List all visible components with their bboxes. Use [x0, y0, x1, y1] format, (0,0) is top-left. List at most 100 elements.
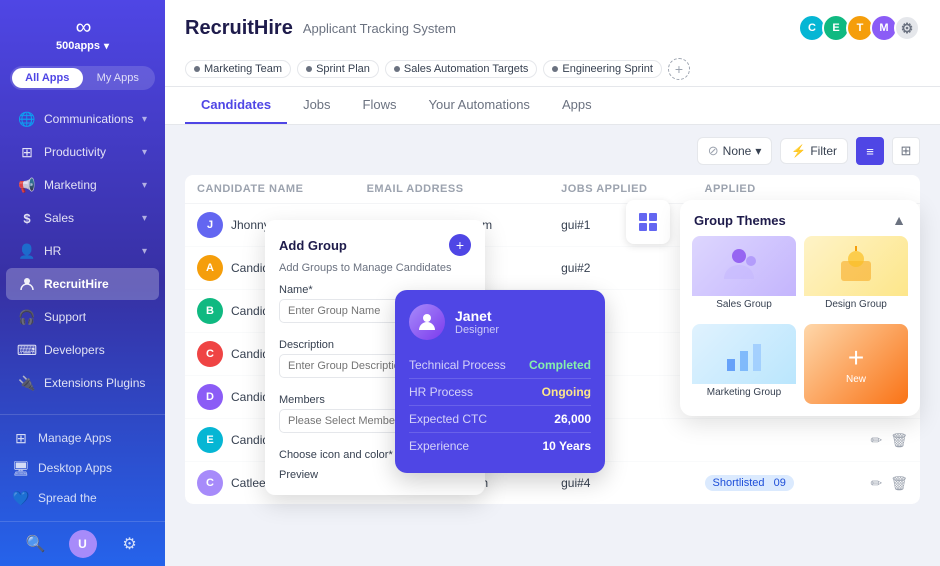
theme-new-content: + New [846, 324, 866, 404]
sidebar-item-desktop-apps[interactable]: 🖥 Desktop Apps [0, 453, 165, 483]
theme-label: Sales Group [692, 296, 796, 313]
sidebar: ∞ 500apps ▾ All Apps My Apps 🌐 Communica… [0, 0, 165, 566]
theme-card-marketing[interactable]: Marketing Group [692, 324, 796, 404]
tab-candidates[interactable]: Candidates [185, 87, 287, 124]
tag-label: Sales Automation Targets [404, 63, 529, 75]
filter-button[interactable]: ⚡ Filter [780, 138, 848, 164]
tag-marketing-team[interactable]: Marketing Team [185, 60, 291, 78]
table-controls: ⊘ None ▾ ⚡ Filter ≡ ⊞ [185, 137, 920, 165]
none-label: None [723, 144, 752, 158]
theme-sales-image [692, 236, 796, 296]
productivity-icon: ⊞ [18, 143, 36, 161]
sidebar-item-recruithire[interactable]: RecruitHire [6, 268, 159, 300]
grid-view-button[interactable]: ⊞ [892, 137, 920, 165]
profile-detail-ctc: Expected CTC 26,000 [409, 406, 591, 433]
sidebar-item-extensions[interactable]: 🔌 Extensions Plugins [6, 367, 159, 399]
themes-grid: Sales Group Design Group Marketing Group [680, 236, 920, 416]
sidebar-item-developers[interactable]: ⌨ Developers [6, 334, 159, 366]
theme-label: Design Group [804, 296, 908, 313]
edit-icon[interactable]: ✏ [870, 475, 882, 492]
candidate-applied [693, 419, 840, 462]
developers-icon: ⌨ [18, 341, 36, 359]
candidate-jobs: gui#1 [549, 204, 692, 247]
main-header: RecruitHire Applicant Tracking System C … [165, 0, 940, 87]
sidebar-nav: 🌐 Communications ▾ ⊞ Productivity ▾ 📢 Ma… [0, 98, 165, 414]
theme-marketing-image [692, 324, 796, 384]
sidebar-item-sales[interactable]: $ Sales ▾ [6, 202, 159, 234]
list-view-button[interactable]: ≡ [856, 137, 884, 165]
col-name: CANDIDATE NAME [185, 175, 355, 204]
theme-label: New [846, 374, 866, 385]
tag-dot [306, 66, 312, 72]
tab-all-apps[interactable]: All Apps [12, 68, 83, 88]
detail-value: 10 Years [543, 439, 592, 453]
extensions-icon: 🔌 [18, 374, 36, 392]
sidebar-item-manage-apps[interactable]: ⊞ Manage Apps [0, 423, 165, 453]
tab-flows[interactable]: Flows [347, 87, 413, 124]
theme-card-new[interactable]: + New [804, 324, 908, 404]
desktop-icon: 🖥 [12, 459, 30, 477]
status-badge: Shortlisted 09 [705, 475, 794, 491]
tag-sprint-plan[interactable]: Sprint Plan [297, 60, 379, 78]
header-title-area: RecruitHire Applicant Tracking System [185, 17, 456, 40]
sidebar-item-productivity[interactable]: ⊞ Productivity ▾ [6, 136, 159, 168]
candidate-name-label: Jhonny [231, 218, 270, 232]
hr-icon: 👤 [18, 242, 36, 260]
tag-label: Sprint Plan [316, 63, 370, 75]
add-tag-button[interactable]: + [668, 58, 690, 80]
theme-card-design[interactable]: Design Group [804, 236, 908, 316]
support-icon: 🎧 [18, 308, 36, 326]
sidebar-item-label: Support [44, 310, 147, 324]
logo-icon: ∞ [76, 14, 90, 40]
delete-icon[interactable]: 🗑 [890, 475, 908, 492]
recruithire-icon [18, 275, 36, 293]
tab-your-automations[interactable]: Your Automations [413, 87, 546, 124]
header-avatars: C E T M ⚙ [802, 14, 920, 42]
chevron-down-icon: ▾ [142, 180, 147, 191]
sidebar-item-label: Spread the [38, 491, 97, 505]
edit-icon[interactable]: ✏ [870, 432, 882, 449]
tag-dot [194, 66, 200, 72]
none-icon: ⊘ [708, 143, 719, 159]
sidebar-item-hr[interactable]: 👤 HR ▾ [6, 235, 159, 267]
delete-icon[interactable]: 🗑 [890, 432, 908, 449]
grid-icon: ⊞ [901, 143, 912, 159]
detail-value: Ongoing [542, 385, 591, 399]
sidebar-item-label: HR [44, 244, 142, 258]
profile-info: Janet Designer [455, 308, 499, 336]
dropdown-icon: ▾ [755, 144, 761, 158]
candidate-avatar: J [197, 212, 223, 238]
sidebar-item-communications[interactable]: 🌐 Communications ▾ [6, 103, 159, 135]
tag-engineering-sprint[interactable]: Engineering Sprint [543, 60, 662, 78]
app-title: RecruitHire [185, 17, 293, 40]
filter-label: Filter [810, 144, 837, 158]
themes-close-icon[interactable]: ▲ [892, 212, 906, 228]
none-select[interactable]: ⊘ None ▾ [697, 137, 773, 165]
sidebar-item-label: Desktop Apps [38, 461, 112, 475]
profile-card-popup: Janet Designer Technical Process Complet… [395, 290, 605, 473]
logo-dropdown-icon[interactable]: ▾ [104, 41, 109, 52]
profile-header: Janet Designer [409, 304, 591, 340]
marketing-icon: 📢 [18, 176, 36, 194]
tag-sales-automation[interactable]: Sales Automation Targets [385, 60, 538, 78]
main-content: RecruitHire Applicant Tracking System C … [165, 0, 940, 566]
sidebar-item-marketing[interactable]: 📢 Marketing ▾ [6, 169, 159, 201]
candidate-avatar: B [197, 298, 223, 324]
theme-card-sales[interactable]: Sales Group [692, 236, 796, 316]
tab-apps[interactable]: Apps [546, 87, 608, 124]
sidebar-item-spread[interactable]: 💙 Spread the [0, 483, 165, 513]
sidebar-item-support[interactable]: 🎧 Support [6, 301, 159, 333]
sidebar-bottom: ⊞ Manage Apps 🖥 Desktop Apps 💙 Spread th… [0, 414, 165, 521]
tab-my-apps[interactable]: My Apps [83, 68, 154, 88]
main-tabs: Candidates Jobs Flows Your Automations A… [165, 87, 940, 125]
logo-text: 500apps ▾ [56, 40, 109, 52]
chevron-down-icon: ▾ [142, 147, 147, 158]
tab-jobs[interactable]: Jobs [287, 87, 346, 124]
search-footer-icon[interactable]: 🔍 [22, 530, 50, 558]
detail-value: Completed [529, 358, 591, 372]
group-float-button[interactable] [626, 200, 670, 244]
more-avatars-icon[interactable]: ⚙ [894, 15, 920, 41]
user-avatar[interactable]: U [69, 530, 97, 558]
popup-add-button[interactable]: + [449, 234, 471, 256]
settings-footer-icon[interactable]: ⚙ [116, 530, 144, 558]
